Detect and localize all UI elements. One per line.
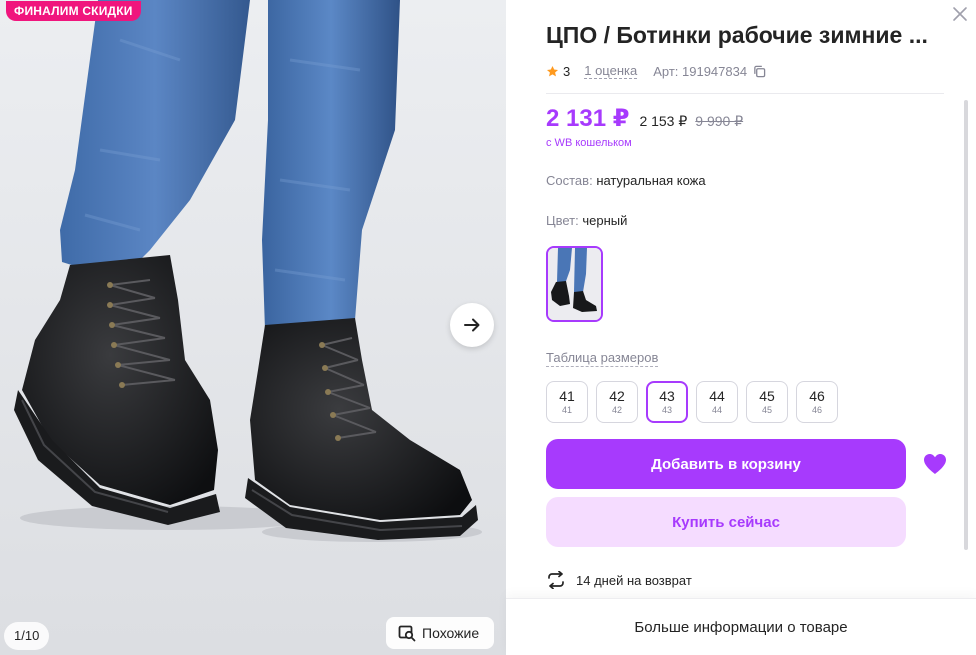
size-sub-label: 41 — [561, 405, 572, 415]
rating-value: 3 — [563, 63, 571, 79]
size-sub-label: 45 — [761, 405, 772, 415]
article-text: Арт: 191947834 — [653, 63, 748, 79]
composition-value: натуральная кожа — [596, 173, 706, 188]
size-sub-label: 43 — [661, 405, 672, 415]
promo-badge: ФИНАЛИМ СКИДКИ — [6, 1, 141, 21]
image-counter: 1/10 — [4, 622, 50, 650]
price-current: 2 131 ₽ — [546, 105, 630, 132]
size-label: 44 — [709, 388, 725, 404]
product-info-panel: ЦПО / Ботинки рабочие зимние ... 3 1 оце… — [506, 0, 976, 655]
color-option-thumbnail[interactable] — [546, 246, 603, 322]
size-label: 45 — [759, 388, 775, 404]
similar-label: Похожие — [422, 625, 480, 641]
size-option[interactable]: 45 45 — [746, 381, 788, 423]
add-to-cart-button[interactable]: Добавить в корзину — [546, 439, 906, 489]
size-label: 43 — [659, 388, 675, 404]
heart-icon[interactable] — [922, 452, 948, 476]
more-info-button[interactable]: Больше информации о товаре — [506, 598, 976, 655]
color: Цвет: черный — [546, 213, 627, 228]
size-label: 46 — [809, 388, 825, 404]
size-option-selected[interactable]: 43 43 — [646, 381, 688, 423]
color-value: черный — [582, 213, 628, 228]
product-quick-view: ФИНАЛИМ СКИДКИ 1/10 Похожие ЦПО / Ботинк… — [0, 0, 976, 655]
scrollbar[interactable] — [964, 100, 968, 550]
price-old: 9 990 ₽ — [695, 113, 744, 129]
product-meta: 3 1 оценка Арт: 191947834 — [546, 63, 766, 79]
size-sub-label: 42 — [611, 405, 622, 415]
product-photo — [0, 0, 506, 655]
return-policy: 14 дней на возврат — [546, 571, 692, 589]
buy-now-button[interactable]: Купить сейчас — [546, 497, 906, 547]
size-table-link[interactable]: Таблица размеров — [546, 350, 659, 367]
return-policy-text: 14 дней на возврат — [576, 572, 692, 588]
size-option[interactable]: 44 44 — [696, 381, 738, 423]
color-label: Цвет: — [546, 213, 579, 228]
size-option[interactable]: 42 42 — [596, 381, 638, 423]
size-label: 41 — [559, 388, 575, 404]
size-option[interactable]: 46 46 — [796, 381, 838, 423]
product-gallery[interactable]: ФИНАЛИМ СКИДКИ 1/10 Похожие — [0, 0, 506, 655]
article-number: Арт: 191947834 — [653, 64, 766, 79]
wallet-note: с WB кошельком — [546, 137, 632, 149]
copy-icon[interactable] — [753, 65, 766, 78]
arrow-right-icon — [464, 318, 480, 332]
next-image-button[interactable] — [450, 303, 494, 347]
composition: Состав: натуральная кожа — [546, 173, 706, 188]
size-option[interactable]: 41 41 — [546, 381, 588, 423]
size-sub-label: 44 — [711, 405, 722, 415]
size-selector: 41 41 42 42 43 43 44 44 45 45 46 46 — [546, 381, 838, 423]
composition-label: Состав: — [546, 173, 593, 188]
divider — [546, 93, 944, 94]
price-block: 2 131 ₽ 2 153 ₽ 9 990 ₽ — [546, 104, 743, 133]
image-search-icon — [398, 625, 416, 642]
price-without-wallet: 2 153 ₽ — [639, 113, 688, 129]
size-sub-label: 46 — [811, 405, 822, 415]
return-arrows-icon — [548, 571, 564, 589]
similar-button[interactable]: Похожие — [386, 617, 494, 649]
rating: 3 — [546, 64, 570, 79]
close-icon[interactable] — [950, 4, 970, 24]
reviews-link[interactable]: 1 оценка — [584, 63, 638, 79]
size-label: 42 — [609, 388, 625, 404]
product-title: ЦПО / Ботинки рабочие зимние ... — [546, 22, 928, 48]
star-icon — [546, 65, 559, 76]
